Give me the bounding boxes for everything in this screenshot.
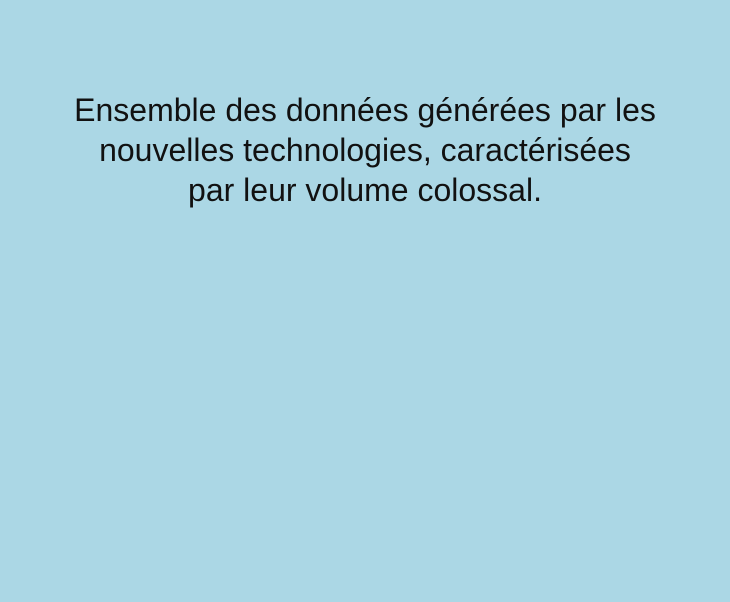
flashcard[interactable]: Ensemble des données générées par les no… [0, 0, 730, 602]
definition-text: Ensemble des données générées par les no… [0, 90, 730, 210]
definition-line-1: Ensemble des données générées par les [74, 92, 656, 128]
definition-line-2: nouvelles technologies, caractérisées [99, 132, 631, 168]
definition-line-3: par leur volume colossal. [188, 172, 542, 208]
